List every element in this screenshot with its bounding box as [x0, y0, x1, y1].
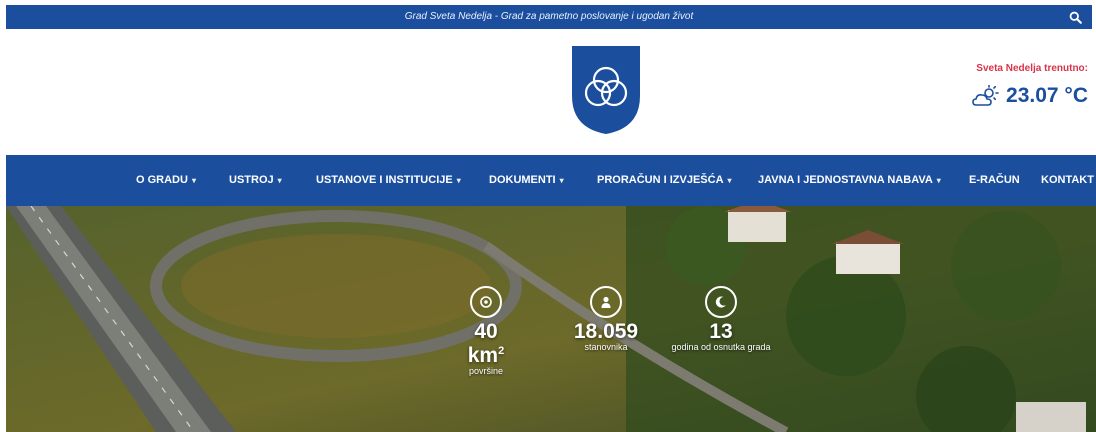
site-tagline: Grad Sveta Nedelja - Grad za pametno pos… [404, 11, 694, 22]
nav-item-label: KONTAKT [1041, 174, 1094, 186]
site-header: Sveta Nedelja trenutno: 23.07 °C [0, 29, 1096, 155]
nav-item-label: USTANOVE I INSTITUCIJE [316, 174, 453, 186]
search-icon [1069, 11, 1082, 24]
search-button[interactable] [1066, 8, 1084, 26]
city-crest-icon [572, 46, 640, 134]
city-crest-logo[interactable] [570, 44, 642, 136]
hero-stats: 40 km2 površine 18.059 stanovnika 13 god… [6, 206, 1096, 432]
stat-caption: godina od osnutka grada [671, 342, 771, 352]
stat-value: 13 [709, 320, 733, 343]
chevron-down-icon: ▾ [277, 176, 282, 185]
top-bar: Grad Sveta Nedelja - Grad za pametno pos… [6, 5, 1092, 29]
weather-widget: Sveta Nedelja trenutno: 23.07 °C [972, 63, 1088, 108]
main-navigation: O GRADU ▾ USTROJ ▾ USTANOVE I INSTITUCIJE ▾… [6, 155, 1096, 206]
nav-item-label: DOKUMENTI [489, 174, 556, 186]
nav-item-e-racun[interactable]: E-RAČUN [969, 155, 1020, 206]
stat-years: 13 godina od osnutka grada [656, 286, 786, 352]
partly-cloudy-icon [972, 85, 999, 106]
nav-item-dokumenti[interactable]: DOKUMENTI ▾ [489, 155, 564, 206]
target-icon [470, 286, 502, 318]
nav-item-label: PRORAČUN I IZVJEŠĆA [597, 174, 724, 186]
nav-item-ustroj[interactable]: USTROJ ▾ [229, 155, 282, 206]
stat-caption: površine [468, 366, 504, 376]
moon-icon [705, 286, 737, 318]
nav-item-javna-i-jednostavna-nabava[interactable]: JAVNA I JEDNOSTAVNA NABAVA ▾ [758, 155, 941, 206]
weather-label: Sveta Nedelja trenutno: [976, 63, 1088, 74]
stat-value: 18.059 [573, 320, 639, 343]
nav-item-label: O GRADU [136, 174, 188, 186]
chevron-down-icon: ▾ [191, 176, 196, 185]
chevron-down-icon: ▾ [727, 176, 732, 185]
stat-area: 40 km2 površine [456, 286, 516, 376]
stat-population: 18.059 stanovnika [566, 286, 646, 352]
person-icon [590, 286, 622, 318]
weather-temperature-row: 23.07 °C [972, 84, 1088, 108]
chevron-down-icon: ▾ [456, 176, 461, 185]
nav-item-proracun-i-izvjesca[interactable]: PRORAČUN I IZVJEŠĆA ▾ [597, 155, 732, 206]
temperature-value: 23.07 °C [1006, 84, 1088, 107]
nav-item-label: JAVNA I JEDNOSTAVNA NABAVA [758, 174, 933, 186]
stat-value: 40 km2 [467, 320, 505, 367]
chevron-down-icon: ▾ [936, 176, 941, 185]
nav-item-o-gradu[interactable]: O GRADU ▾ [136, 155, 196, 206]
nav-item-ustanove-i-institucije[interactable]: USTANOVE I INSTITUCIJE ▾ [316, 155, 461, 206]
nav-item-label: E-RAČUN [969, 174, 1020, 186]
nav-item-label: USTROJ [229, 174, 274, 186]
nav-item-kontakt[interactable]: KONTAKT [1041, 155, 1094, 206]
chevron-down-icon: ▾ [559, 176, 564, 185]
hero-banner: 40 km2 površine 18.059 stanovnika 13 god… [6, 206, 1096, 432]
